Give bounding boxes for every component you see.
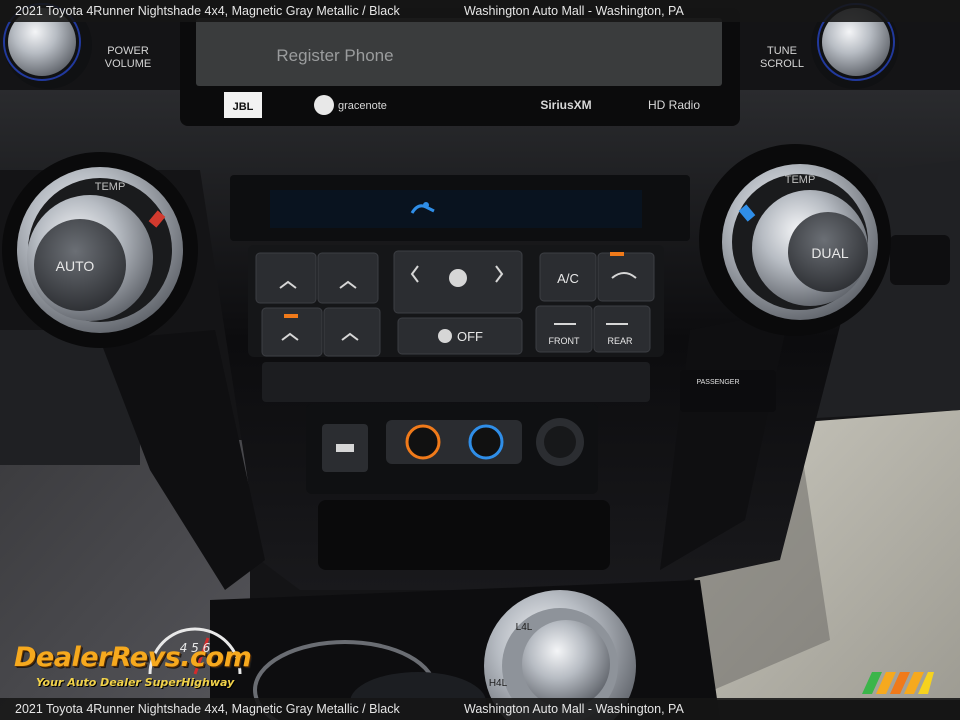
hd-radio-logo: HD Radio	[648, 98, 700, 112]
passenger-seat-heater-knob	[468, 424, 504, 460]
svg-text:JBL: JBL	[233, 101, 254, 113]
mode-floor-button	[317, 252, 379, 304]
svg-text:TEMP: TEMP	[95, 181, 126, 193]
ac-label: A/C	[557, 271, 579, 286]
svg-text:H4L: H4L	[489, 678, 508, 689]
dealerrevs-brand: DealerRevs.com	[14, 642, 252, 673]
front-label: FRONT	[549, 336, 580, 346]
driver-seat-heater-knob	[405, 424, 441, 460]
bottom-caption-bar: 2021 Toyota 4Runner Nightshade 4x4, Magn…	[0, 698, 960, 720]
climate-display	[270, 190, 642, 228]
register-phone-text: Register Phone	[276, 46, 393, 65]
fan-icon	[449, 269, 467, 287]
dealerrevs-stripes-icon	[862, 672, 934, 694]
siriusxm-logo: SiriusXM	[540, 98, 591, 112]
rear-label: REAR	[607, 336, 633, 346]
dual-label: DUAL	[811, 245, 849, 261]
fan-off-label: OFF	[457, 329, 483, 344]
svg-text:gracenote: gracenote	[338, 100, 387, 112]
vehicle-description: 2021 Toyota 4Runner Nightshade 4x4, Magn…	[15, 702, 400, 716]
mode-defrost-floor-button	[323, 307, 381, 357]
dealerrevs-tagline: Your Auto Dealer SuperHighway	[36, 676, 235, 689]
dealer-location: Washington Auto Mall - Washington, PA	[464, 702, 684, 716]
top-caption-bar: 2021 Toyota 4Runner Nightshade 4x4, Magn…	[0, 0, 960, 22]
passenger-airbag-indicator	[680, 370, 776, 412]
recirc-button	[597, 252, 655, 302]
infotainment-screen	[196, 18, 722, 86]
mode-face-button	[255, 252, 317, 304]
vehicle-description: 2021 Toyota 4Runner Nightshade 4x4, Magn…	[15, 4, 400, 18]
svg-text:TEMP: TEMP	[785, 174, 816, 186]
dealerrevs-watermark: 4 5 6 DealerRevs.com Your Auto Dealer Su…	[12, 626, 264, 696]
gracenote-logo	[314, 95, 334, 115]
auto-label: AUTO	[56, 258, 95, 274]
svg-text:PASSENGER: PASSENGER	[696, 379, 739, 386]
power-volume-label: POWER VOLUME	[105, 45, 151, 70]
fan-off-icon	[438, 329, 452, 343]
dealer-location: Washington Auto Mall - Washington, PA	[464, 4, 684, 18]
svg-text:L4L: L4L	[516, 622, 533, 633]
storage-bin	[318, 500, 610, 570]
dashboard-photo: Register Phone JBL gracenote SiriusXM HD…	[0, 0, 960, 720]
